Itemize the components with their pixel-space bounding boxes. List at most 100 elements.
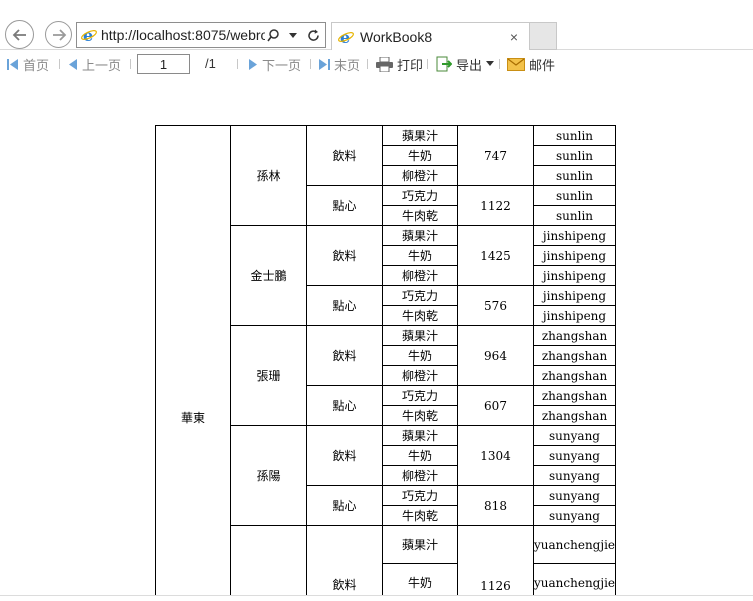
product-cell: 牛肉乾	[382, 405, 458, 426]
toolbar-divider	[310, 59, 311, 69]
product-cell: 牛肉乾	[382, 505, 458, 526]
amount-cell: 1425	[457, 225, 534, 286]
prev-page-button[interactable]: 上一页	[68, 55, 121, 73]
product-cell: 柳橙汁	[382, 165, 458, 186]
amount-cell: 1122	[457, 185, 534, 226]
user-cell: sunyang	[532, 445, 617, 466]
user-cell: zhangshan	[532, 385, 617, 406]
product-cell: 巧克力	[382, 185, 458, 206]
print-label: 打印	[397, 57, 424, 73]
last-page-button[interactable]: 末页	[318, 55, 360, 73]
tab-workbook8[interactable]: e WorkBook8 ×	[331, 22, 530, 50]
product-cell: 柳橙汁	[382, 365, 458, 386]
export-icon	[436, 56, 452, 72]
user-cell: jinshipeng	[532, 305, 617, 326]
user-cell: jinshipeng	[532, 245, 617, 266]
product-cell: 蘋果汁	[382, 525, 458, 564]
page-total: /1	[205, 56, 216, 71]
amount-cell: 576	[457, 285, 534, 326]
user-cell: jinshipeng	[532, 265, 617, 286]
category-cell: 點心	[306, 185, 383, 226]
svg-text:e: e	[340, 29, 350, 45]
category-cell: 飲料	[306, 225, 383, 286]
category-cell: 飲料	[306, 125, 383, 186]
user-cell: sunlin	[532, 145, 617, 166]
mail-button[interactable]: 邮件	[507, 55, 555, 73]
first-page-icon	[7, 58, 18, 70]
forward-button[interactable]	[45, 21, 72, 48]
chevron-down-icon	[486, 61, 495, 66]
toolbar-divider	[130, 59, 131, 69]
report-viewport: 華東 孫林 飲料 蘋果汁 747 sunlin 牛奶 sunlin 柳橙汁 sunlin 點心 巧克力…	[0, 79, 753, 595]
amount-cell: 964	[457, 325, 534, 386]
product-cell: 牛肉乾	[382, 305, 458, 326]
url-text[interactable]: http://localhost:8075/webroot	[101, 27, 265, 43]
amount-cell: 747	[457, 125, 534, 186]
dropdown-arrow-icon[interactable]	[285, 27, 301, 43]
product-cell: 蘋果汁	[382, 425, 458, 446]
forward-arrow-icon	[52, 28, 66, 41]
address-bar[interactable]: e http://localhost:8075/webroot	[76, 22, 326, 48]
user-cell: zhangshan	[532, 405, 617, 426]
user-cell: yuanchengjie	[532, 563, 617, 595]
user-cell: sunlin	[532, 205, 617, 226]
amount-cell: 1126	[457, 525, 534, 595]
prev-page-icon	[69, 58, 77, 70]
region-cell: 華東	[155, 125, 231, 595]
product-cell: 蘋果汁	[382, 225, 458, 246]
last-page-icon	[319, 58, 330, 70]
page-number-input[interactable]	[137, 54, 190, 74]
user-cell: sunyang	[532, 485, 617, 506]
next-page-label: 下一页	[262, 57, 302, 73]
user-cell: yuanchengjie	[532, 525, 617, 564]
last-page-label: 末页	[334, 57, 361, 73]
report-toolbar: 首页 上一页 下一页 末页 打印 导出 邮件	[0, 50, 753, 78]
status-bar	[0, 595, 753, 601]
first-page-button[interactable]: 首页	[7, 55, 49, 73]
export-label: 导出	[456, 57, 483, 73]
print-button[interactable]: 打印	[376, 55, 423, 73]
toolbar-divider	[499, 59, 500, 69]
mail-label: 邮件	[529, 57, 556, 73]
close-tab-icon[interactable]: ×	[507, 29, 521, 45]
back-button[interactable]	[5, 20, 34, 49]
user-cell: sunyang	[532, 465, 617, 486]
category-cell: 飲料	[306, 525, 383, 595]
refresh-icon[interactable]	[305, 27, 321, 43]
product-cell: 牛奶	[382, 145, 458, 166]
back-arrow-icon	[12, 28, 26, 41]
mail-icon	[507, 57, 525, 71]
svg-text:e: e	[83, 27, 93, 43]
user-cell: jinshipeng	[532, 225, 617, 246]
product-cell: 蘋果汁	[382, 125, 458, 146]
ie-icon: e	[81, 27, 97, 43]
toolbar-divider	[367, 59, 368, 69]
export-button[interactable]: 导出	[436, 55, 498, 73]
category-cell: 飲料	[306, 425, 383, 486]
next-page-button[interactable]: 下一页	[248, 55, 301, 73]
category-cell: 飲料	[306, 325, 383, 386]
amount-cell: 1304	[457, 425, 534, 486]
manager-cell	[230, 525, 307, 595]
product-cell: 巧克力	[382, 485, 458, 506]
user-cell: sunlin	[532, 185, 617, 206]
user-cell: jinshipeng	[532, 285, 617, 306]
category-cell: 點心	[306, 385, 383, 426]
user-cell: zhangshan	[532, 325, 617, 346]
new-tab-button[interactable]	[530, 22, 557, 50]
ie-tab-icon: e	[338, 29, 354, 45]
prev-page-label: 上一页	[82, 57, 122, 73]
browser-chrome: e http://localhost:8075/webroot e WorkBo…	[0, 0, 753, 50]
table-row: 華東 孫林 飲料 蘋果汁 747 sunlin	[155, 125, 617, 595]
user-cell: sunyang	[532, 505, 617, 526]
tab-title: WorkBook8	[360, 28, 433, 45]
first-page-label: 首页	[23, 57, 50, 73]
product-cell: 蘋果汁	[382, 325, 458, 346]
user-cell: zhangshan	[532, 365, 617, 386]
user-cell: sunlin	[532, 125, 617, 146]
product-cell: 巧克力	[382, 285, 458, 306]
search-icon[interactable]	[265, 27, 281, 43]
report-table: 華東 孫林 飲料 蘋果汁 747 sunlin 牛奶 sunlin 柳橙汁 sunlin 點心 巧克力…	[155, 125, 617, 595]
printer-icon	[376, 56, 393, 72]
manager-cell: 孫林	[230, 125, 307, 226]
